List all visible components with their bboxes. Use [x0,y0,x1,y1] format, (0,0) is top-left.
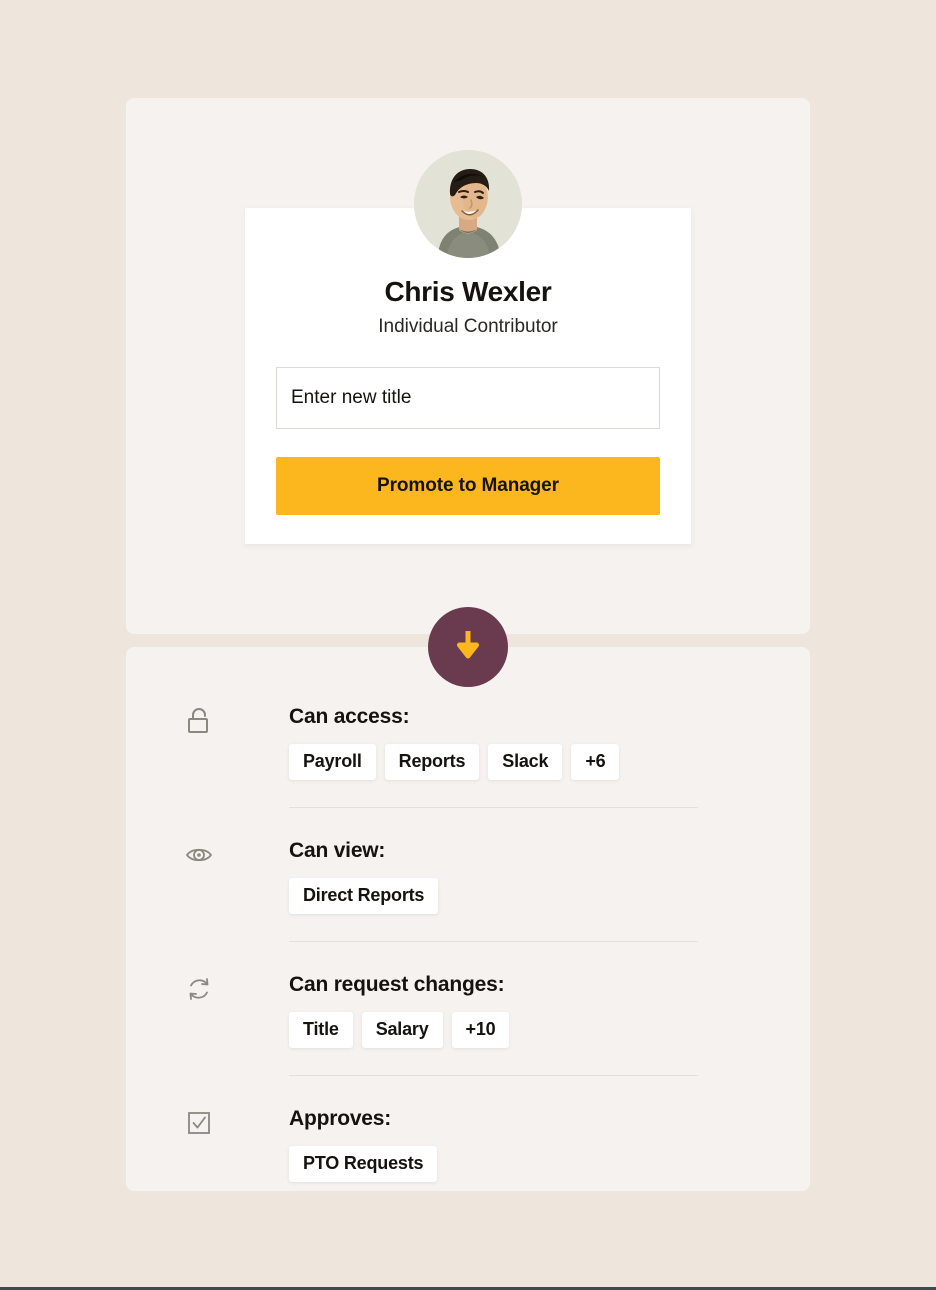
permission-label: Can request changes: [289,973,505,996]
divider [289,1075,698,1076]
permission-chips: Direct Reports [289,878,754,914]
permission-row: Can access: Payroll Reports Slack +6 [126,703,810,808]
arrow-down-icon [455,630,481,665]
permission-chip[interactable]: Salary [361,1012,443,1048]
permission-chips: Payroll Reports Slack +6 [289,744,754,780]
refresh-icon [184,974,214,1004]
divider [289,941,698,942]
eye-icon [184,840,214,870]
avatar [414,150,522,258]
flow-arrow-badge [428,607,508,687]
promote-to-manager-button[interactable]: Promote to Manager [276,457,660,515]
permission-label: Approves: [289,1107,392,1130]
profile-card: Chris Wexler Individual Contributor Prom… [245,150,691,544]
permission-chip-overflow[interactable]: +6 [571,744,620,780]
permissions-panel: Can access: Payroll Reports Slack +6 Can… [126,647,810,1191]
profile-role: Individual Contributor [378,316,558,337]
permission-chip-overflow[interactable]: +10 [451,1012,510,1048]
permission-row: Can view: Direct Reports [126,837,810,942]
unlock-icon [184,706,214,736]
permission-chip[interactable]: Direct Reports [289,878,439,914]
permission-chip[interactable]: Slack [488,744,563,780]
permission-chip[interactable]: PTO Requests [289,1146,438,1182]
page-title: Chris Wexler [384,276,552,307]
permission-chip[interactable]: Reports [384,744,480,780]
new-title-input[interactable] [276,367,660,429]
permission-row: Approves: PTO Requests [126,1105,810,1182]
permission-row: Can request changes: Title Salary +10 [126,971,810,1076]
permissions-list: Can access: Payroll Reports Slack +6 Can… [126,703,810,1182]
permission-chips: Title Salary +10 [289,1012,754,1048]
checkbox-checked-icon [184,1108,214,1138]
permission-label: Can access: [289,705,410,728]
permission-label: Can view: [289,839,386,862]
permission-chip[interactable]: Title [289,1012,353,1048]
profile-panel: Chris Wexler Individual Contributor Prom… [126,98,810,634]
permission-chip[interactable]: Payroll [289,744,376,780]
user-photo-avatar-icon [414,150,522,258]
permission-chips: PTO Requests [289,1146,754,1182]
divider [289,807,698,808]
